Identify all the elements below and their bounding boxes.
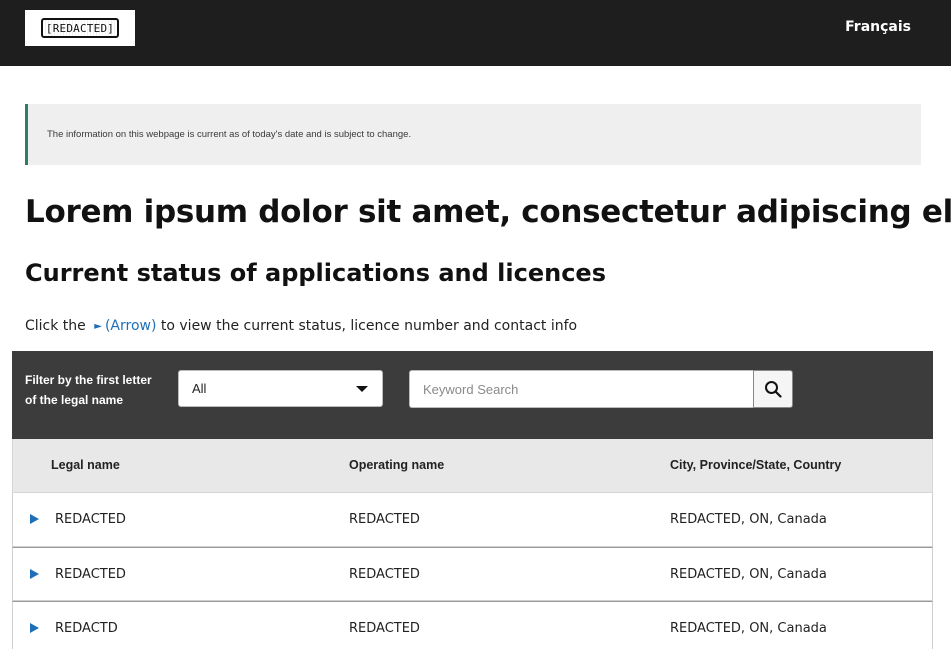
filter-bar: Filter by the first letter of the legal … <box>12 351 933 439</box>
letter-filter-value: All <box>192 381 207 396</box>
location-cell: REDACTED, ON, Canada <box>670 512 827 527</box>
language-toggle-link[interactable]: Français <box>845 19 911 35</box>
section-title: Current status of applications and licen… <box>25 259 606 287</box>
column-header-legal-name[interactable]: Legal name <box>51 458 120 472</box>
column-header-location[interactable]: City, Province/State, Country <box>670 458 841 472</box>
table-row[interactable]: REDACTED REDACTED REDACTED, ON, Canada <box>12 493 933 547</box>
operating-name-cell: REDACTED <box>349 512 420 527</box>
location-cell: REDACTED, ON, Canada <box>670 621 827 636</box>
table-row[interactable]: REDACTED REDACTED REDACTED, ON, Canada <box>12 547 933 601</box>
logo-text: [REDACTED] <box>40 18 120 38</box>
expand-arrow-icon[interactable] <box>30 514 39 524</box>
legal-name-cell: REDACTED <box>55 512 126 527</box>
instruction-suffix: to view the current status, licence numb… <box>160 318 578 334</box>
notice-text: The information on this webpage is curre… <box>47 129 412 140</box>
location-cell: REDACTED, ON, Canada <box>670 567 827 582</box>
operating-name-cell: REDACTED <box>349 621 420 636</box>
chevron-down-icon <box>356 386 368 392</box>
table-row[interactable]: REDACTD REDACTED REDACTED, ON, Canada <box>12 601 933 649</box>
letter-filter-select[interactable]: All <box>178 370 383 407</box>
site-header: [REDACTED] Français <box>0 0 951 66</box>
keyword-search-input[interactable] <box>409 370 754 408</box>
results-table: Legal name Operating name City, Province… <box>12 439 933 649</box>
arrow-icon: ► <box>94 321 102 332</box>
expand-arrow-icon[interactable] <box>30 623 39 633</box>
instruction-prefix: Click the <box>25 318 86 334</box>
filter-label: Filter by the first letter of the legal … <box>25 373 152 407</box>
operating-name-cell: REDACTED <box>349 567 420 582</box>
legal-name-cell: REDACTED <box>55 567 126 582</box>
page-title: Lorem ipsum dolor sit amet, consectetur … <box>25 194 951 230</box>
site-logo[interactable]: [REDACTED] <box>25 10 135 46</box>
arrow-link[interactable]: (Arrow) <box>105 318 156 334</box>
column-header-operating-name[interactable]: Operating name <box>349 458 444 472</box>
legal-name-cell: REDACTD <box>55 621 118 636</box>
instruction-text: Click the ► (Arrow) to view the current s… <box>25 318 577 334</box>
expand-arrow-icon[interactable] <box>30 569 39 579</box>
search-button[interactable] <box>753 370 793 408</box>
table-header: Legal name Operating name City, Province… <box>12 439 933 493</box>
info-notice: The information on this webpage is curre… <box>25 104 921 165</box>
search-icon <box>765 381 782 398</box>
